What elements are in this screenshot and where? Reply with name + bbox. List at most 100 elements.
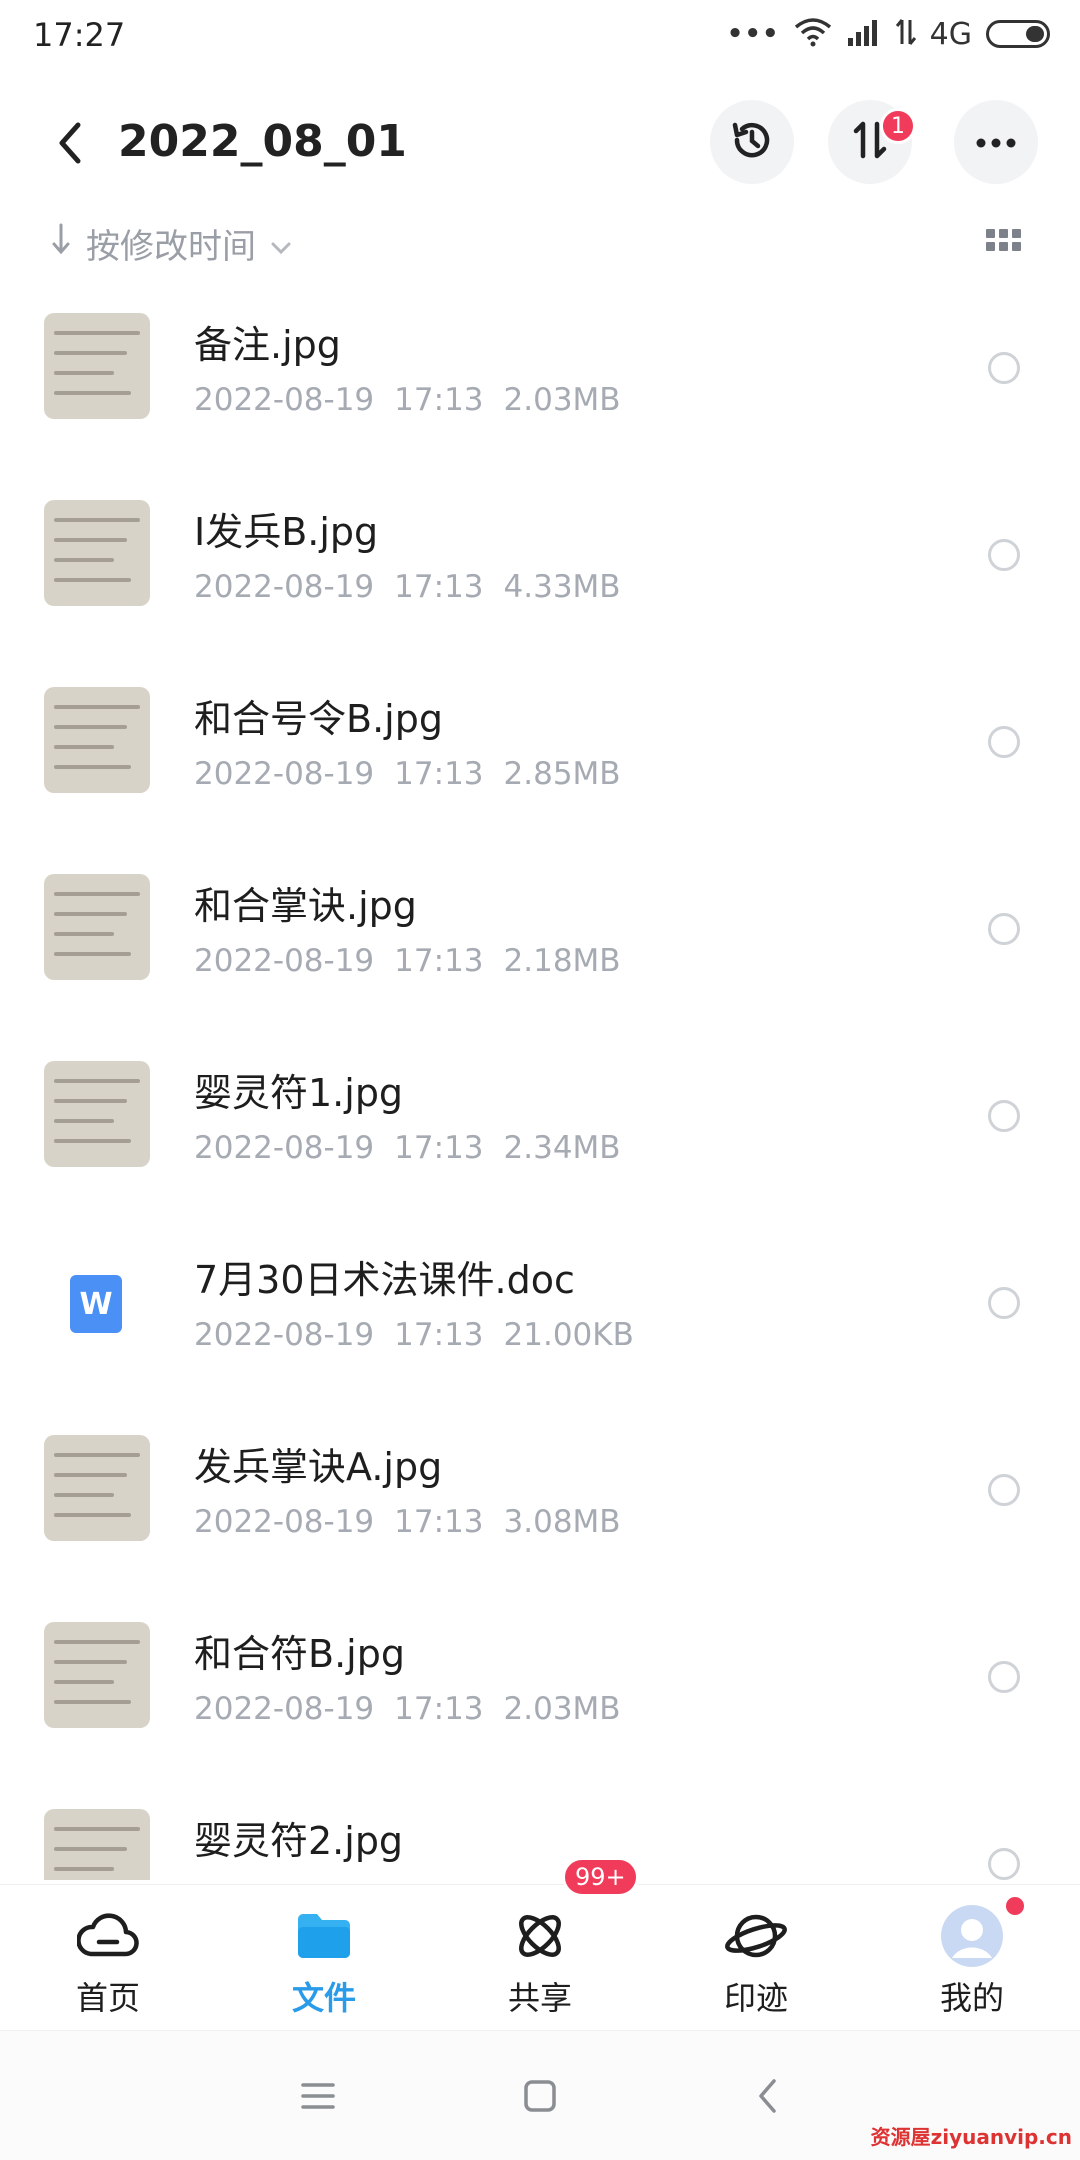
image-thumbnail [44,1061,150,1167]
tab-files-label: 文件 [291,1979,356,2017]
network-type: 4G [929,16,972,52]
file-meta: 2022-08-19 17:13 3.08MB [194,1504,641,1540]
select-radio[interactable] [988,913,1020,945]
status-time: 17:27 [33,16,126,54]
home-square-icon[interactable] [510,2071,570,2121]
tab-home[interactable]: 首页 [0,1885,216,2027]
file-time: 17:13 [394,1317,484,1353]
select-radio[interactable] [988,1474,1020,1506]
image-thumbnail [44,1435,150,1541]
select-radio[interactable] [988,726,1020,758]
file-date: 2022-08-19 [194,382,375,418]
file-date: 2022-08-19 [194,756,375,792]
file-row[interactable]: 婴灵符1.jpg 2022-08-19 17:13 2.34MB [0,1048,1080,1235]
tab-files[interactable]: 文件 [216,1885,432,2027]
file-name: 和合号令B.jpg [194,697,443,741]
tab-traces[interactable]: 印迹 [648,1885,864,2027]
file-name: 婴灵符1.jpg [194,1071,404,1115]
bottom-tab-bar: 首页 文件 共享 99+ 印迹 我的 [0,1857,1080,2027]
file-name: 婴灵符2.jpg [194,1819,404,1863]
file-meta: 2022-08-19 17:13 2.85MB [194,756,641,792]
file-time: 17:13 [394,569,484,605]
history-icon [729,117,775,167]
image-thumbnail [44,874,150,980]
file-row[interactable]: W 7月30日术法课件.doc 2022-08-19 17:13 21.00KB [0,1235,1080,1422]
image-thumbnail [44,1809,150,1880]
notification-dot [1006,1897,1024,1915]
tab-home-label: 首页 [75,1979,140,2017]
file-meta: 2022-08-19 17:13 2.34MB [194,1130,641,1166]
select-radio[interactable] [988,1848,1020,1880]
file-date: 2022-08-19 [194,943,375,979]
sort-label: 按修改时间 [86,227,256,267]
file-row[interactable]: 和合号令B.jpg 2022-08-19 17:13 2.85MB [0,674,1080,861]
menu-icon[interactable] [288,2071,348,2121]
select-radio[interactable] [988,1287,1020,1319]
image-thumbnail [44,687,150,793]
file-meta: 2022-08-19 17:13 4.33MB [194,569,641,605]
file-size: 2.18MB [503,943,621,979]
file-meta: 2022-08-19 17:13 2.03MB [194,1691,641,1727]
back-button[interactable] [40,110,100,180]
file-name: 备注.jpg [194,323,341,367]
file-list: 备注.jpg 2022-08-19 17:13 2.03MB I发兵B.jpg 2022-… [0,300,1080,1880]
share-badge: 99+ [562,1857,639,1897]
file-row[interactable]: 备注.jpg 2022-08-19 17:13 2.03MB [0,300,1080,487]
header: 2022_08_01 1 [0,100,1080,190]
file-meta: 2022-08-19 17:13 2.18MB [194,943,641,979]
file-time: 17:13 [394,382,484,418]
file-time: 17:13 [394,1691,484,1727]
battery-icon [986,20,1050,48]
history-button[interactable] [710,100,794,184]
sort-button[interactable]: 按修改时间 [50,219,292,268]
more-button[interactable] [954,100,1038,184]
image-thumbnail [44,313,150,419]
file-size: 21.00KB [503,1317,634,1353]
file-size: 3.08MB [503,1504,621,1540]
file-size: 2.03MB [503,1691,621,1727]
grid-view-icon[interactable] [986,229,1022,257]
tab-share[interactable]: 共享 [432,1885,648,2027]
nav-back-icon[interactable] [738,2071,798,2121]
file-time: 17:13 [394,1130,484,1166]
file-time: 17:13 [394,943,484,979]
select-radio[interactable] [988,1100,1020,1132]
file-meta: 2022-08-19 17:13 21.00KB [194,1317,654,1353]
tab-mine[interactable]: 我的 [864,1885,1080,2027]
status-dots: ••• [726,19,780,49]
tab-traces-label: 印迹 [723,1979,788,2017]
folder-icon [289,1905,359,1967]
file-size: 2.34MB [503,1130,621,1166]
file-time: 17:13 [394,756,484,792]
word-doc-icon: W [70,1275,122,1333]
file-row[interactable]: 和合掌诀.jpg 2022-08-19 17:13 2.18MB [0,861,1080,1048]
select-radio[interactable] [988,352,1020,384]
image-thumbnail [44,500,150,606]
select-radio[interactable] [988,1661,1020,1693]
file-date: 2022-08-19 [194,569,375,605]
file-row[interactable]: 发兵掌诀A.jpg 2022-08-19 17:13 3.08MB [0,1422,1080,1609]
status-icons: ••• 4G [727,14,1050,54]
share-orbit-icon [505,1905,575,1967]
file-date: 2022-08-19 [194,1691,375,1727]
planet-icon [721,1905,791,1967]
file-size: 4.33MB [503,569,621,605]
file-name: 发兵掌诀A.jpg [194,1445,443,1489]
cloud-icon [73,1905,143,1967]
file-size: 2.03MB [503,382,621,418]
file-meta: 2022-08-19 17:13 2.03MB [194,382,641,418]
transfer-badge: 1 [880,108,916,144]
system-navigation-bar: 资源屋ziyuanvip.cn [0,2030,1080,2160]
select-radio[interactable] [988,539,1020,571]
file-size: 2.85MB [503,756,621,792]
more-icon [976,133,1016,152]
file-name: 和合掌诀.jpg [194,884,417,928]
file-row[interactable]: I发兵B.jpg 2022-08-19 17:13 4.33MB [0,487,1080,674]
file-row[interactable]: 婴灵符2.jpg [0,1796,1080,1880]
image-thumbnail [44,1622,150,1728]
wifi-icon [794,17,832,51]
signal-icon [846,18,882,50]
file-date: 2022-08-19 [194,1130,375,1166]
status-bar: 17:27 ••• 4G [0,0,1080,70]
file-row[interactable]: 和合符B.jpg 2022-08-19 17:13 2.03MB [0,1609,1080,1796]
